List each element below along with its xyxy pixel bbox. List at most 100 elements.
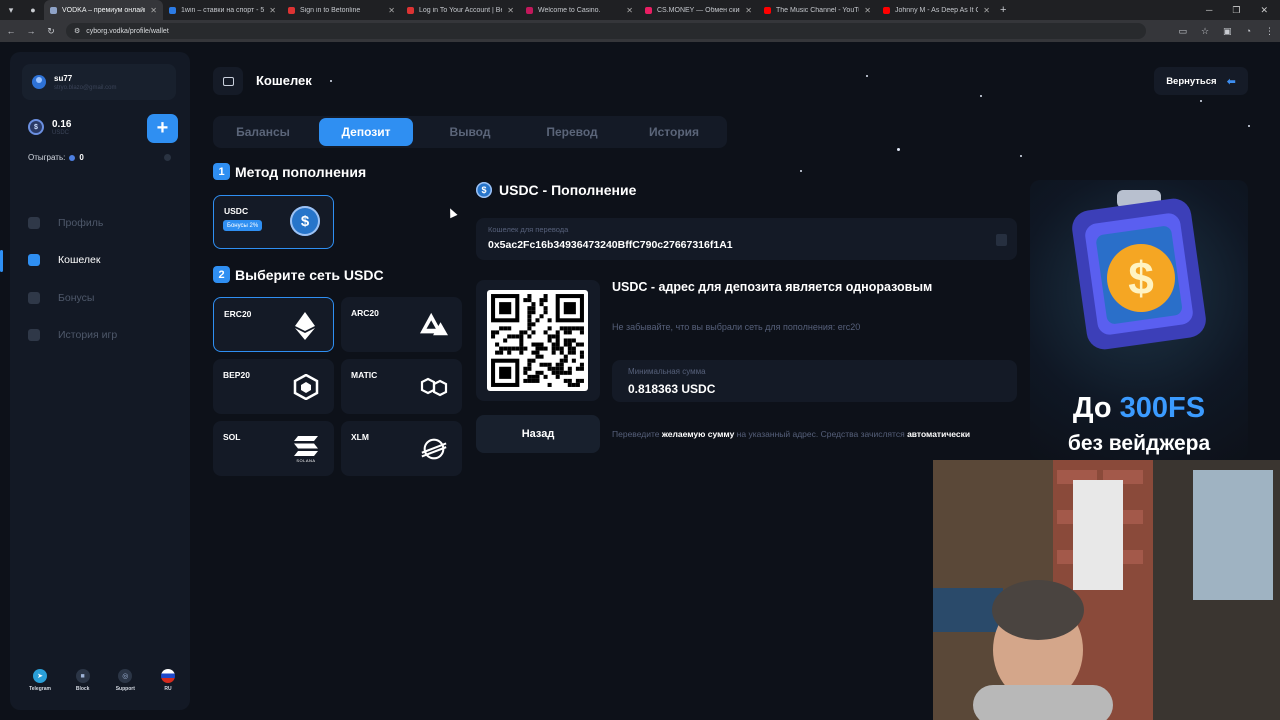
cast-icon[interactable]: ▭ bbox=[1178, 26, 1187, 37]
tab-title: Sign in to Betonline bbox=[300, 6, 361, 14]
return-button[interactable]: Вернуться ⬅ bbox=[1154, 67, 1248, 95]
wallet-tabs: Балансы Депозит Вывод Перевод История bbox=[213, 116, 727, 148]
wallet-address: 0x5ac2Fc16b34936473240BffC790c27667316f1… bbox=[488, 239, 733, 251]
browser-tab[interactable]: 1win – ставки на спорт - 5764 ✕ bbox=[163, 0, 282, 20]
username: su77 bbox=[54, 73, 73, 83]
network-card-sol[interactable]: SOL SOLANA bbox=[213, 421, 334, 476]
sidebar-item-profile[interactable]: Профиль bbox=[10, 204, 190, 242]
bookmark-star-icon[interactable]: ☆ bbox=[1201, 26, 1209, 37]
method-name: USDC bbox=[224, 206, 249, 216]
tab-close-icon[interactable]: ✕ bbox=[150, 6, 157, 15]
sidebar-item-label: Профиль bbox=[58, 216, 104, 229]
new-tab-button[interactable]: + bbox=[1000, 4, 1006, 16]
method-card-usdc[interactable]: USDC Бонусы 2% $ bbox=[213, 195, 334, 249]
user-card[interactable]: su77 stryo.blazo@gmail.com bbox=[22, 64, 176, 100]
language-switch[interactable]: RU bbox=[152, 669, 184, 692]
deposit-plus-button[interactable]: + bbox=[147, 114, 178, 143]
tab-transfer[interactable]: Перевод bbox=[525, 118, 619, 146]
sidebar-item-game-history[interactable]: История игр bbox=[10, 317, 190, 355]
balance-card[interactable]: $ 0.16 USDC bbox=[22, 112, 132, 142]
deposit-hint: Переведите желаемую сумму на указанный а… bbox=[612, 429, 970, 439]
balance-currency: USDC bbox=[52, 129, 70, 136]
promo-banner[interactable]: $ До 300FS без вейджера bbox=[1030, 180, 1248, 460]
usdc-icon: $ bbox=[476, 182, 492, 198]
sidebar-item-wallet[interactable]: Кошелек bbox=[0, 242, 190, 280]
site-info-icon[interactable]: ⚙ bbox=[74, 27, 80, 35]
browser-menu-icon[interactable]: ● bbox=[22, 0, 44, 20]
info-icon[interactable] bbox=[164, 154, 171, 161]
network-name: ARC20 bbox=[351, 308, 379, 318]
hint-text: Переведите bbox=[612, 429, 662, 439]
tab-withdraw[interactable]: Вывод bbox=[423, 118, 517, 146]
back-icon[interactable]: ← bbox=[6, 26, 16, 36]
tab-title: Johnny M - As Deep As It G bbox=[895, 6, 979, 14]
browser-tab[interactable]: Sign in to Betonline ✕ bbox=[282, 0, 401, 20]
favicon-icon bbox=[50, 6, 57, 14]
tab-history[interactable]: История bbox=[627, 118, 721, 146]
more-icon[interactable]: ⋮ bbox=[1265, 26, 1274, 37]
wallet-address-box[interactable]: Кошелек для перевода 0x5ac2Fc16b34936473… bbox=[476, 218, 1017, 260]
telegram-link[interactable]: ➤ Telegram bbox=[24, 669, 56, 692]
wager-row: Отыграть: 0 bbox=[28, 153, 84, 162]
favicon-icon bbox=[288, 6, 295, 14]
hint-text: на указанный адрес. Средства зачислятся bbox=[734, 429, 908, 439]
webcam-overlay bbox=[933, 460, 1280, 720]
browser-tab[interactable]: Johnny M - As Deep As It G ✕ bbox=[877, 0, 996, 20]
star bbox=[330, 80, 332, 82]
tab-deposit[interactable]: Депозит bbox=[319, 118, 413, 146]
browser-tab[interactable]: Welcome to Casino. ✕ bbox=[520, 0, 639, 20]
tab-close-icon[interactable]: ✕ bbox=[983, 6, 990, 15]
back-button[interactable]: Назад bbox=[476, 415, 600, 453]
network-card-erc20[interactable]: ERC20 bbox=[213, 297, 334, 352]
browser-tab[interactable]: The Music Channel - YouTube ✕ bbox=[758, 0, 877, 20]
browser-tab[interactable]: CS.MONEY — Обмен скинов C ✕ bbox=[639, 0, 758, 20]
tab-balances[interactable]: Балансы bbox=[217, 118, 309, 146]
star bbox=[897, 148, 900, 151]
network-card-matic[interactable]: MATIC bbox=[341, 359, 462, 414]
block-link[interactable]: ■ Block bbox=[67, 669, 99, 692]
reload-icon[interactable]: ↻ bbox=[46, 26, 56, 37]
browser-tab[interactable]: VODKA – премиум онлайн-казино ✕ bbox=[44, 0, 163, 20]
tab-close-icon[interactable]: ✕ bbox=[507, 6, 514, 15]
social-links: ➤ Telegram ■ Block ◎ Support RU bbox=[24, 669, 184, 692]
sidebar-item-bonuses[interactable]: Бонусы bbox=[10, 279, 190, 317]
favicon-icon bbox=[764, 6, 771, 14]
network-card-xlm[interactable]: XLM bbox=[341, 421, 462, 476]
avalanche-icon bbox=[420, 311, 448, 339]
history-icon bbox=[28, 329, 40, 342]
url-field[interactable]: ⚙ cyborg.vodka/profile/wallet bbox=[66, 23, 1146, 39]
network-name: MATIC bbox=[351, 370, 378, 380]
money-case-image: $ bbox=[1072, 190, 1206, 350]
social-label: RU bbox=[164, 686, 172, 692]
browser-tab[interactable]: Log in To Your Account | BetO ✕ bbox=[401, 0, 520, 20]
method-section-title: 1 Метод пополнения bbox=[213, 163, 366, 180]
telegram-icon: ➤ bbox=[33, 669, 47, 683]
usdc-coin-icon: $ bbox=[28, 119, 44, 135]
bonus-badge: Бонусы 2% bbox=[223, 220, 263, 231]
close-icon[interactable]: ✕ bbox=[1260, 5, 1268, 16]
maximize-icon[interactable]: ❐ bbox=[1232, 5, 1240, 16]
tab-close-icon[interactable]: ✕ bbox=[864, 6, 871, 15]
user-icon bbox=[28, 216, 40, 229]
network-card-arc20[interactable]: ARC20 bbox=[341, 297, 462, 352]
support-link[interactable]: ◎ Support bbox=[109, 669, 141, 692]
profile-icon[interactable]: ◔ bbox=[1246, 26, 1251, 37]
tab-close-icon[interactable]: ✕ bbox=[745, 6, 752, 15]
tab-list: VODKA – премиум онлайн-казино✕1win – ста… bbox=[44, 0, 996, 20]
star bbox=[1020, 155, 1022, 157]
tab-close-icon[interactable]: ✕ bbox=[269, 6, 276, 15]
minimize-icon[interactable]: ─ bbox=[1206, 5, 1212, 16]
tab-title: Log in To Your Account | BetO bbox=[419, 6, 502, 14]
balance-value: 0.16 bbox=[52, 118, 72, 130]
deposit-note: Не забывайте, что вы выбрали сеть для по… bbox=[612, 322, 861, 332]
forward-icon[interactable]: → bbox=[26, 26, 36, 36]
sidebar-menu: Профиль Кошелек Бонусы История игр bbox=[0, 204, 190, 355]
extensions-icon[interactable]: ▣ bbox=[1223, 26, 1232, 37]
tab-search-icon[interactable]: ▾ bbox=[0, 0, 22, 20]
tab-close-icon[interactable]: ✕ bbox=[626, 6, 633, 15]
method-title-text: Метод пополнения bbox=[235, 163, 367, 180]
polygon-icon bbox=[420, 373, 448, 401]
copy-icon[interactable] bbox=[996, 234, 1007, 246]
network-card-bep20[interactable]: BEP20 bbox=[213, 359, 334, 414]
tab-close-icon[interactable]: ✕ bbox=[388, 6, 395, 15]
